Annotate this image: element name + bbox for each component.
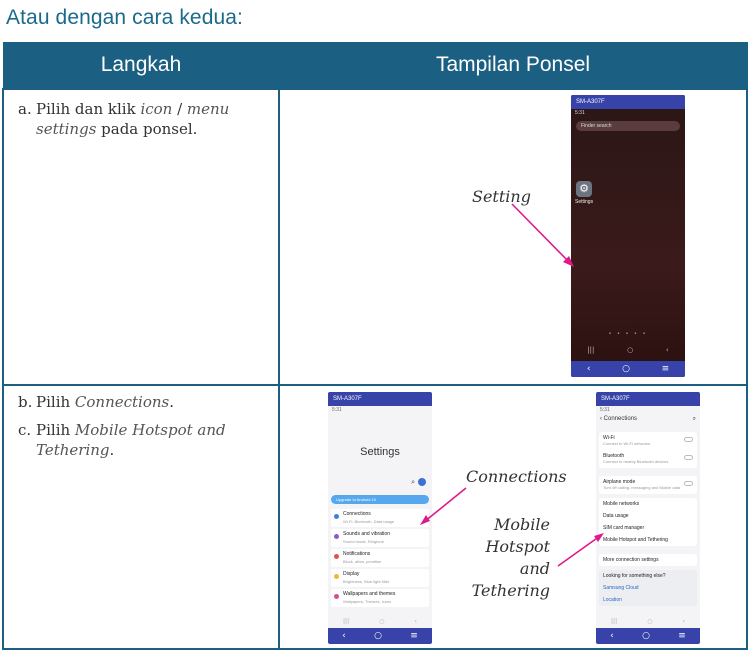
annotation-arrows [420,486,604,567]
steps-table: Langkah Tampilan Ponsel a. Pilih dan kli… [2,42,748,650]
phone-image-cell: SM-A307F 5:31 Settings ⌕ Upgrade to Andr… [278,383,748,650]
phone-image-cell: Setting SM-A307F 5:31 Finder search ⚙ Se… [278,87,748,386]
step-cell: b. Pilih Connections. c. Pilih Mobile Ho… [2,383,280,650]
step-text: . [169,392,175,411]
column-header-steps: Langkah [2,42,280,89]
step-number: a. [18,99,32,118]
step-text: . [109,440,115,459]
step-text: Pilih [36,392,75,411]
arrow-to-settings [511,202,574,267]
step-b: b. Pilih Connections. [4,392,278,412]
arrow-to-connections [423,486,467,523]
step-a: a. Pilih dan klik icon / menu settings p… [4,99,278,139]
step-text-italic: Connections [74,392,170,411]
step-c: c. Pilih Mobile Hotspot and Tethering. [4,420,278,460]
table-row: a. Pilih dan klik icon / menu settings p… [2,87,748,386]
step-text: Pilih dan klik [36,99,141,118]
step-number: b. [18,392,33,411]
table-row: b. Pilih Connections. c. Pilih Mobile Ho… [2,383,748,650]
step-text: pada ponsel. [96,119,198,138]
step-cell: a. Pilih dan klik icon / menu settings p… [2,87,280,386]
step-text: Pilih [36,420,75,439]
column-header-phone-view: Tampilan Ponsel [278,42,748,89]
arrow-to-mobile-hotspot [557,534,601,567]
step-text-italic: icon [140,99,173,118]
step-number: c. [18,420,32,439]
step-text: / [172,99,187,118]
section-heading: Atau dengan cara kedua: [6,6,243,29]
